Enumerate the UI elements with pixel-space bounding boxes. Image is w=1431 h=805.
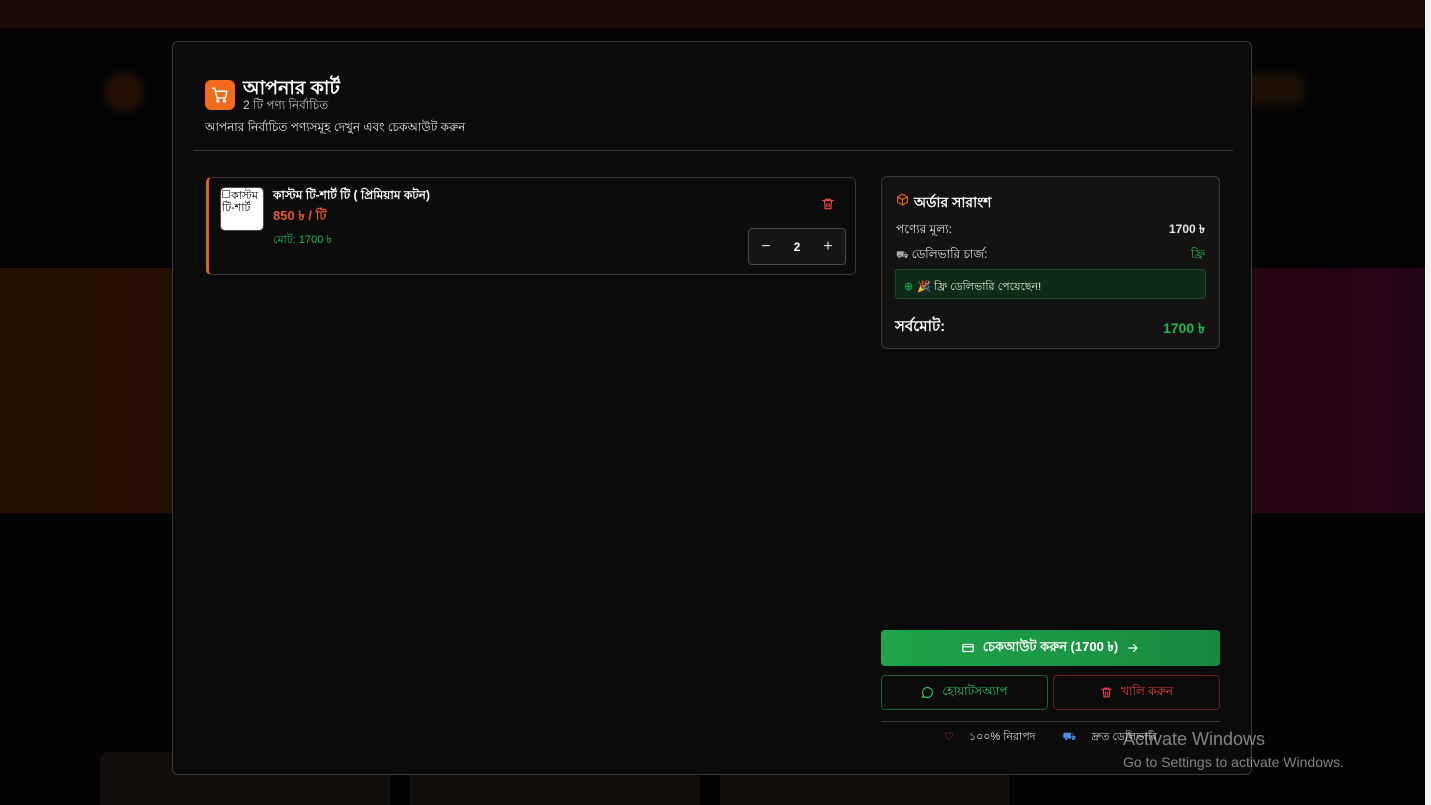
- footer-divider: [881, 721, 1220, 722]
- trash-icon: [822, 198, 834, 210]
- item-total: মোট: 1700 ৳: [273, 234, 332, 246]
- package-icon: [897, 193, 908, 206]
- truck-icon: ⛟: [896, 250, 909, 261]
- whatsapp-label: হোয়াটসঅ্যাপ: [942, 683, 1008, 698]
- cart-item: কাস্টম টি-শার্ট কাস্টম টি-শার্ট টি ( প্র…: [206, 177, 856, 275]
- activate-windows-subtitle: Go to Settings to activate Windows.: [1123, 754, 1344, 770]
- unit-price: 850 ৳ / টি: [273, 208, 327, 223]
- summary-title: অর্ডার সারাংশ: [914, 194, 992, 210]
- item-count: 2 টি পণ্য নির্বাচিত: [243, 98, 329, 112]
- order-summary: অর্ডার সারাংশ পণ্যের মূল্য: 1700 ৳ ⛟ ডেলি…: [881, 176, 1220, 349]
- remove-item-button[interactable]: [821, 197, 837, 213]
- quantity-value: 2: [793, 239, 801, 254]
- chat-icon: [922, 687, 934, 699]
- quantity-stepper: − 2 +: [748, 228, 846, 265]
- cart-icon: [205, 80, 235, 110]
- delivery-label: ডেলিভারি চার্জ:: [911, 247, 988, 261]
- modal-description: আপনার নির্বাচিত পণ্যসমূহ দেখুন এবং চেকআউ…: [205, 120, 466, 134]
- secure-label: ১০০% নিরাপদ: [969, 731, 1036, 743]
- whatsapp-button[interactable]: হোয়াটসঅ্যাপ: [881, 675, 1048, 710]
- activate-windows-title: Activate Windows: [1123, 729, 1266, 749]
- product-name: কাস্টম টি-শার্ট টি ( প্রিমিয়াম কটন): [273, 188, 430, 202]
- grand-total-value: 1700 ৳: [1162, 320, 1205, 336]
- cart-modal: আপনার কার্ট 2 টি পণ্য নির্বাচিত আপনার নি…: [172, 41, 1252, 775]
- subtotal-label: পণ্যের মূল্য:: [896, 222, 953, 236]
- card-icon: [961, 643, 974, 653]
- header-divider: [193, 150, 1233, 151]
- delivery-row: ⛟ ডেলিভারি চার্জ:: [896, 246, 987, 266]
- free-delivery-message: 🎉 ফ্রি ডেলিভারি পেয়েছেন!: [917, 281, 1042, 293]
- truck-icon: ⛟: [1062, 731, 1077, 743]
- increase-quantity-button[interactable]: +: [811, 228, 845, 265]
- clear-cart-button[interactable]: খালি করুন: [1053, 675, 1220, 710]
- heart-icon: ♡: [944, 731, 954, 743]
- trash-icon: [1101, 687, 1112, 698]
- product-image: কাস্টম টি-শার্ট: [220, 187, 264, 231]
- decrease-quantity-button[interactable]: −: [749, 228, 783, 265]
- free-delivery-banner: ⊕ 🎉 ফ্রি ডেলিভারি পেয়েছেন!: [895, 269, 1206, 299]
- secure-badge: ♡ ১০০% নিরাপদ: [938, 731, 1041, 743]
- arrow-right-icon: [1128, 643, 1139, 653]
- subtotal-value: 1700 ৳: [1168, 222, 1205, 236]
- checkout-button[interactable]: চেকআউট করুন (1700 ৳): [881, 630, 1220, 666]
- delivery-value: ফ্রি: [1190, 247, 1205, 261]
- gift-icon: ⊕: [904, 281, 914, 293]
- page-scrollbar[interactable]: [1425, 0, 1431, 805]
- clear-cart-label: খালি করুন: [1121, 683, 1173, 698]
- checkout-label: চেকআউট করুন (1700 ৳): [982, 638, 1119, 654]
- grand-total-label: সর্বমোট:: [895, 318, 946, 335]
